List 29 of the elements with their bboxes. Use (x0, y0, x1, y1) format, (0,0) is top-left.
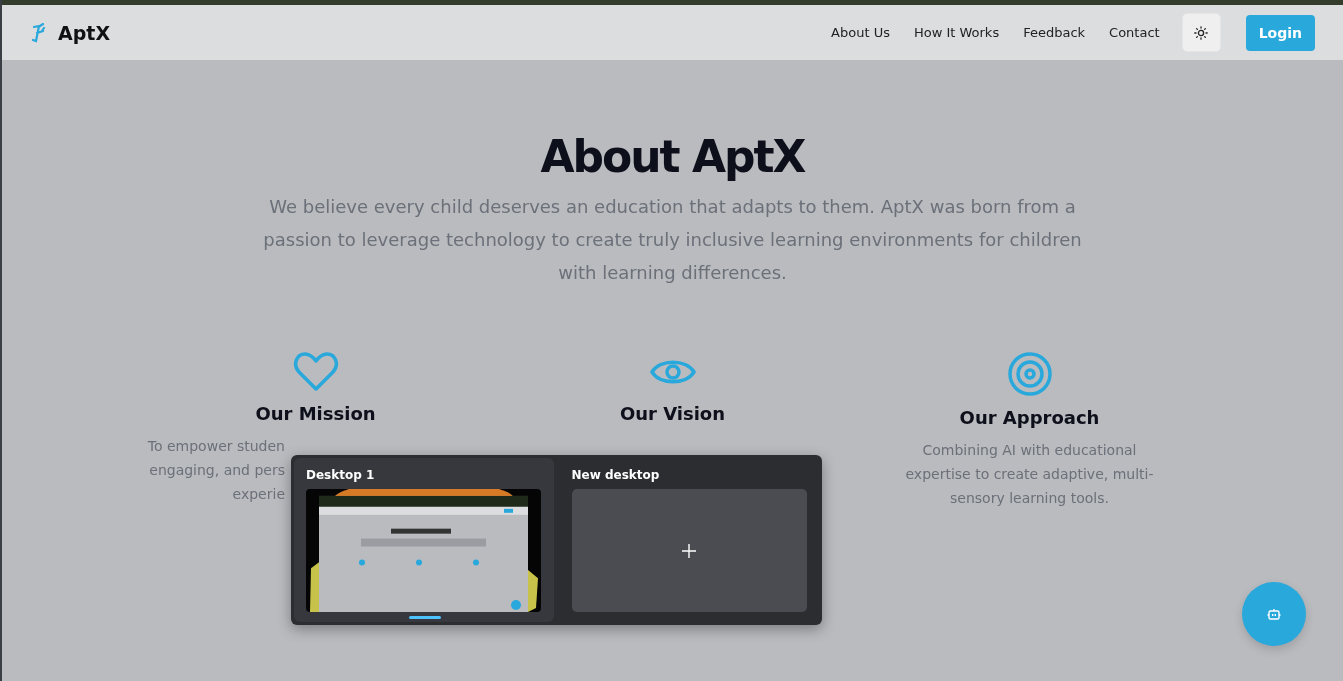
desktop-label: New desktop (571, 468, 661, 482)
new-desktop-button[interactable] (571, 489, 807, 612)
feature-description-line: expertise to create adaptive, multi- (905, 465, 1154, 484)
nav-link[interactable]: About Us (831, 25, 890, 40)
feature-title: Our Vision (619, 403, 726, 424)
feature-description-line: Combining AI with educational (922, 441, 1137, 460)
feature-description-line: experie (232, 485, 285, 504)
desktop-tile[interactable]: Desktop 1 (294, 458, 554, 622)
heart-icon (292, 351, 339, 393)
plus-icon (682, 543, 696, 558)
feature-description-line: To empower studen (147, 437, 285, 456)
target-icon (1006, 351, 1053, 397)
theme-toggle-button[interactable] (1181, 13, 1221, 52)
chatbot-button[interactable] (1242, 582, 1306, 646)
nav-link[interactable]: How It Works (913, 25, 1000, 40)
desktop-label: Desktop 1 (306, 468, 376, 482)
feature-description-line: engaging, and pers (149, 461, 285, 480)
feature-title: Our Mission (255, 403, 376, 424)
brand-name[interactable]: AptX (58, 21, 111, 44)
feature-description-line: sensory learning tools. (950, 489, 1109, 508)
desktop-tile[interactable]: New desktop (559, 458, 819, 622)
robot-icon (1267, 608, 1281, 620)
nav-link[interactable]: Contact (1109, 25, 1160, 40)
nav-link[interactable]: Feedback (1023, 25, 1086, 40)
intro-paragraph: We believe every child deserves an education that adapts to them. AptX was born from a passion to leverage technology to create truly inclusive learning environments for children with learning differences. (262, 195, 1083, 285)
feature-title: Our Approach (959, 407, 1100, 428)
logo-icon (30, 22, 46, 43)
sun-icon (1194, 25, 1209, 40)
page-title: About AptX (540, 130, 805, 184)
